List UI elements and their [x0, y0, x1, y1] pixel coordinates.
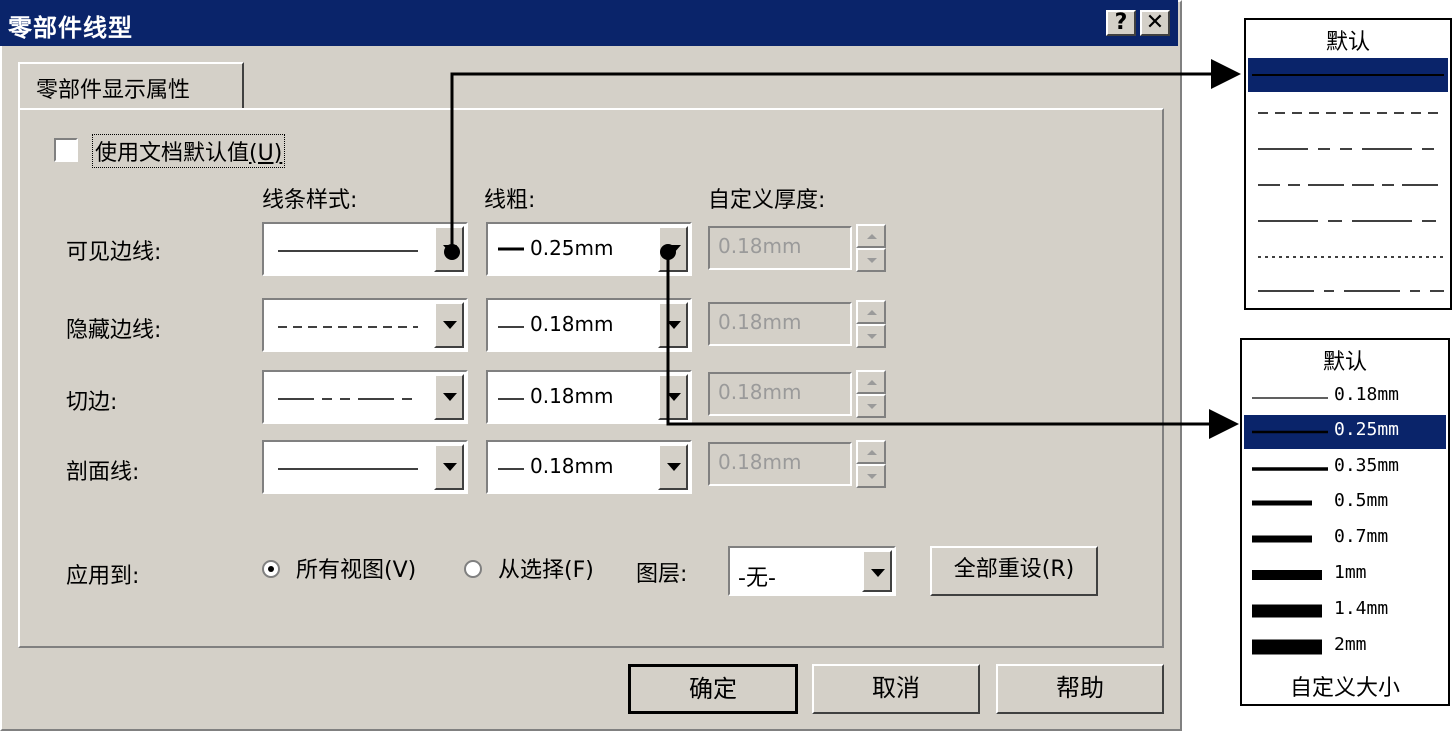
annotation-arrows: [444, 59, 1241, 439]
annotation-arrow-style: [450, 59, 1241, 252]
annotation-arrow-weight: [666, 252, 1239, 439]
